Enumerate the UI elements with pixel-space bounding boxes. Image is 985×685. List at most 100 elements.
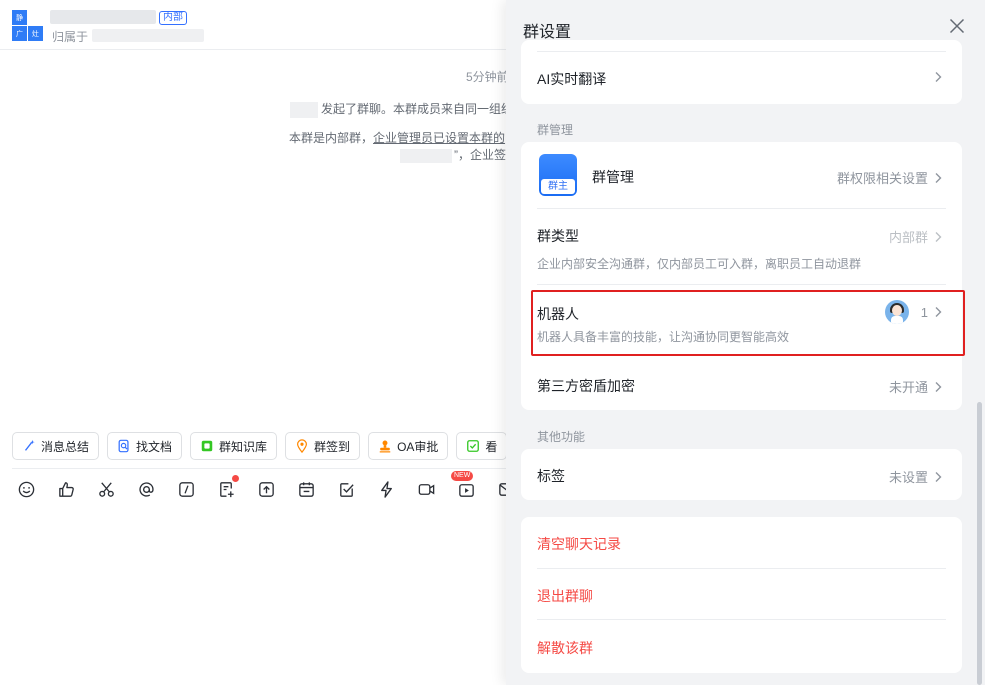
scrollbar[interactable] xyxy=(977,402,982,685)
group-type-label: 群类型 xyxy=(537,228,579,244)
input-toolbar: NEW xyxy=(16,471,506,500)
quick-action-label: 群签到 xyxy=(314,439,351,454)
location-pin-icon xyxy=(297,439,308,453)
quick-action-label: 消息总结 xyxy=(41,439,90,454)
blurred-user xyxy=(290,101,318,118)
chevron-right-icon xyxy=(935,72,942,82)
checkbox-icon xyxy=(467,440,480,452)
upload-icon xyxy=(258,481,274,497)
group-owner-label: 群主 xyxy=(541,179,575,194)
third-party-right: 未开通 xyxy=(889,377,944,396)
blurred-organization xyxy=(92,29,204,42)
emoji-icon xyxy=(18,481,34,497)
blurred-text xyxy=(400,148,452,163)
quick-action-view[interactable]: 看 xyxy=(456,432,506,460)
chevron-right-icon xyxy=(935,231,942,242)
group-manage-label: 群管理 xyxy=(592,169,634,185)
highlight-box xyxy=(531,290,965,356)
tags-value: 未设置 xyxy=(888,470,928,485)
system-message-text: 发起了群聊。本群成员来自同一组织 xyxy=(321,102,506,116)
quick-action-summary[interactable]: 消息总结 xyxy=(12,432,100,460)
internal-tag: 内部 xyxy=(159,11,187,25)
task-button[interactable] xyxy=(336,478,356,500)
message-time: 5分钟前 xyxy=(466,70,506,84)
system-message: 本群是内部群，企业管理员已设置本群的 xyxy=(289,129,505,146)
scissors-icon xyxy=(98,481,114,497)
at-sign-icon xyxy=(138,481,154,497)
toolbar-divider xyxy=(12,468,506,469)
group-avatar[interactable]: 静 广 灶 xyxy=(12,10,43,41)
quick-action-label: OA审批 xyxy=(397,439,439,454)
group-type-desc: 企业内部安全沟通群，仅内部员工可入群，离职员工自动退群 xyxy=(537,257,862,271)
third-party-encryption-row[interactable]: 第三方密盾加密 未开通 xyxy=(521,360,962,410)
more-tools-button[interactable] xyxy=(496,478,506,500)
thumbs-up-icon xyxy=(58,481,74,497)
tags-card: 标签 未设置 xyxy=(521,449,962,500)
quick-reply-button[interactable] xyxy=(376,478,396,500)
emoji-button[interactable] xyxy=(16,478,36,500)
quick-action-bar: 消息总结 找文档 群知识库 群签到 OA审批 看 xyxy=(12,432,506,460)
system-message: ”，企业签 xyxy=(400,146,506,163)
close-button[interactable] xyxy=(946,15,968,37)
task-check-icon xyxy=(339,482,354,497)
chevron-right-icon xyxy=(935,172,942,183)
third-party-label: 第三方密盾加密 xyxy=(537,378,635,394)
mention-button[interactable] xyxy=(136,478,156,500)
find-doc-icon xyxy=(118,439,129,453)
quick-action-label: 群知识库 xyxy=(219,439,268,454)
stamp-icon xyxy=(379,440,391,453)
belong-label: 归属于 xyxy=(52,30,89,44)
calendar-button[interactable] xyxy=(296,478,316,500)
avatar-cell: 灶 xyxy=(28,26,43,41)
chevron-right-icon xyxy=(935,471,942,482)
chat-area: 静 广 灶 内部 归属于 5分钟前 发起了群聊。本群成员来自同一组织 本群是内部… xyxy=(0,0,506,685)
avatar-cell: 广 xyxy=(12,26,27,41)
close-icon xyxy=(949,18,965,34)
new-badge: NEW xyxy=(451,471,474,481)
section-label-other: 其他功能 xyxy=(537,430,586,444)
slash-command-button[interactable] xyxy=(176,478,196,500)
row-divider xyxy=(537,51,946,52)
section-label-group-manage: 群管理 xyxy=(537,123,574,137)
live-stream-button[interactable]: NEW xyxy=(451,471,476,500)
screenshot-button[interactable] xyxy=(96,478,116,500)
danger-actions-card: 清空聊天记录 退出群聊 解散该群 xyxy=(521,517,962,673)
clear-history-button[interactable]: 清空聊天记录 xyxy=(537,534,621,554)
ai-translate-row[interactable]: AI实时翻译 xyxy=(537,69,606,89)
group-manage-row[interactable]: 群主 群管理 群权限相关设置 xyxy=(521,142,962,208)
group-permission-text: 群权限相关设置 xyxy=(836,171,928,186)
slash-command-icon xyxy=(178,481,194,497)
blurred-group-name xyxy=(50,10,156,24)
avatar-cell: 静 xyxy=(12,10,27,25)
dissolve-group-button[interactable]: 解散该群 xyxy=(537,638,593,658)
add-doc-icon xyxy=(219,481,234,497)
system-message: 发起了群聊。本群成员来自同一组织 xyxy=(290,100,506,118)
video-meeting-button[interactable] xyxy=(416,478,436,500)
upload-file-button[interactable] xyxy=(256,478,276,500)
quick-action-knowledge-base[interactable]: 群知识库 xyxy=(190,432,278,460)
group-type-value: 内部群 xyxy=(888,230,928,245)
row-arrow[interactable] xyxy=(932,71,944,83)
row-divider xyxy=(537,619,946,620)
translate-card: AI实时翻译 xyxy=(521,40,962,104)
group-owner-icon: 群主 xyxy=(539,154,577,196)
quit-group-button[interactable]: 退出群聊 xyxy=(537,586,593,606)
new-note-button[interactable] xyxy=(216,475,239,500)
avatar-cell xyxy=(28,10,43,25)
quick-action-find-doc[interactable]: 找文档 xyxy=(107,432,183,460)
magic-wand-icon xyxy=(24,439,35,451)
chevron-right-icon xyxy=(935,381,942,392)
system-message-link[interactable]: 企业管理员已设置本群的 xyxy=(373,131,505,145)
group-manage-card: 群主 群管理 群权限相关设置 群类型 内部群 企业内部安全沟通群，仅内部员工可入… xyxy=(521,142,962,410)
quick-action-oa-approval[interactable]: OA审批 xyxy=(368,432,449,460)
tags-label[interactable]: 标签 xyxy=(537,466,565,486)
row-divider xyxy=(537,568,946,569)
like-button[interactable] xyxy=(56,478,76,500)
quick-action-label: 找文档 xyxy=(136,439,173,454)
group-type-row[interactable]: 群类型 内部群 企业内部安全沟通群，仅内部员工可入群，离职员工自动退群 xyxy=(521,209,962,284)
quick-action-checkin[interactable]: 群签到 xyxy=(285,432,361,460)
lightning-icon xyxy=(380,480,392,498)
third-party-value: 未开通 xyxy=(888,380,928,395)
live-stream-icon xyxy=(458,483,474,497)
tags-right[interactable]: 未设置 xyxy=(889,467,944,486)
